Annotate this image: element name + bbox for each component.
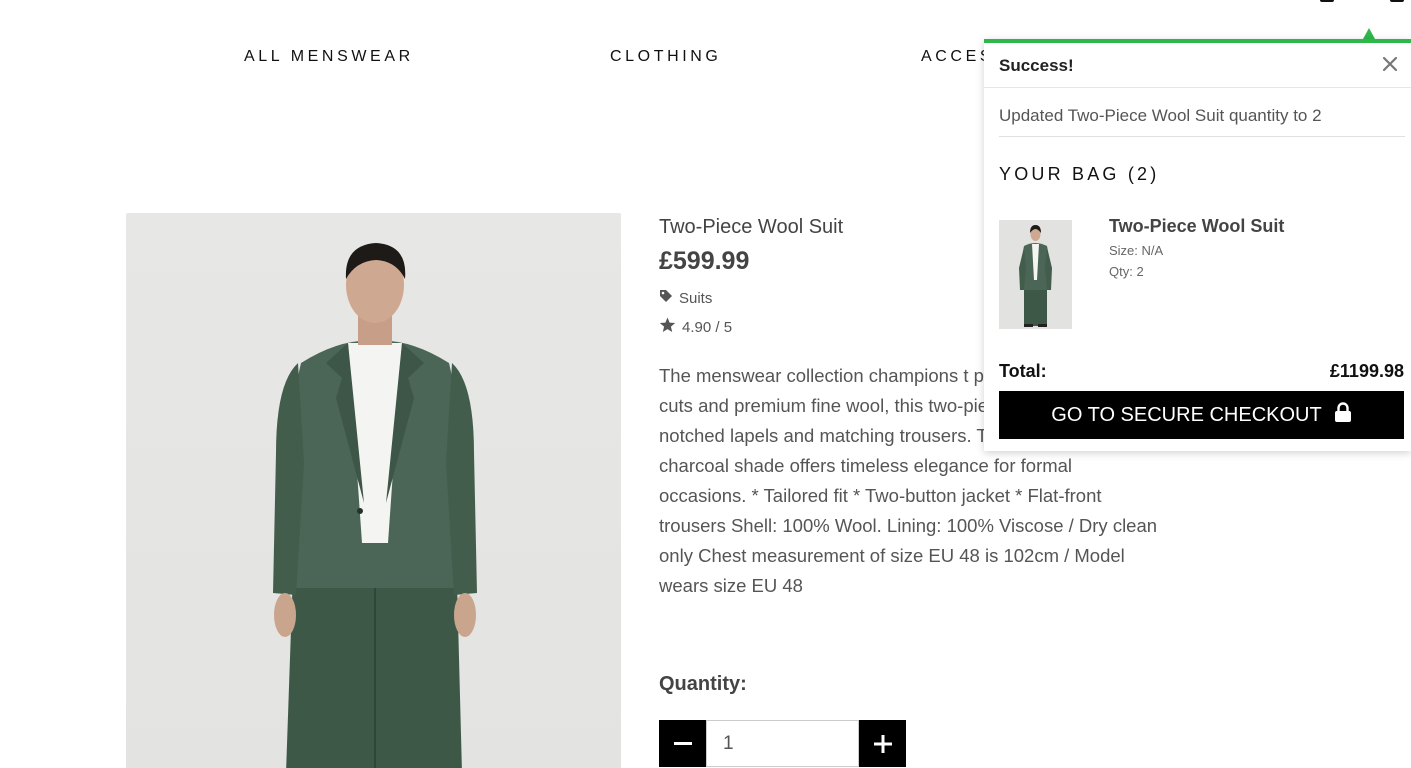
bag-heading: YOUR BAG (2) — [999, 164, 1160, 184]
close-icon[interactable] — [1382, 56, 1402, 76]
quantity-input[interactable] — [706, 720, 859, 767]
secure-checkout-button[interactable]: GO TO SECURE CHECKOUT — [999, 391, 1404, 439]
bag-item-thumbnail[interactable] — [999, 220, 1072, 329]
account-icon[interactable] — [1320, 0, 1334, 2]
toast-divider — [999, 136, 1405, 137]
quantity-decrement-button[interactable] — [659, 720, 706, 767]
success-toast: Success! Updated Two-Piece Wool Suit qua… — [984, 39, 1411, 451]
quantity-increment-button[interactable] — [859, 720, 906, 767]
product-rating-value: 4.90 / 5 — [682, 318, 733, 336]
product-category-label: Suits — [679, 289, 713, 307]
nav-item-clothing[interactable]: CLOTHING — [610, 48, 721, 66]
product-price: £599.99 — [659, 247, 750, 275]
nav-item-all-menswear[interactable]: ALL MENSWEAR — [244, 48, 414, 66]
tag-icon — [659, 289, 673, 307]
product-title: Two-Piece Wool Suit — [659, 216, 844, 238]
star-icon — [659, 317, 676, 337]
product-image — [126, 213, 621, 768]
checkout-button-label: GO TO SECURE CHECKOUT — [1051, 403, 1322, 426]
minus-icon — [673, 741, 692, 745]
bag-item-name[interactable]: Two-Piece Wool Suit — [1109, 216, 1284, 237]
quantity-label: Quantity: — [659, 673, 747, 695]
product-rating: 4.90 / 5 — [659, 317, 733, 337]
bag-item-size: Size: N/A — [1109, 243, 1164, 258]
product-category-link[interactable]: Suits — [659, 289, 712, 307]
plus-icon — [873, 734, 892, 753]
toast-header: Success! — [984, 43, 1411, 88]
lock-icon — [1334, 402, 1352, 428]
bag-total-value: £1199.98 — [1329, 361, 1404, 381]
toast-message: Updated Two-Piece Wool Suit quantity to … — [999, 106, 1322, 125]
bag-icon[interactable] — [1390, 0, 1404, 2]
bag-total-label: Total: — [999, 361, 1047, 381]
bag-item-qty: Qty: 2 — [1109, 264, 1144, 279]
toast-pointer — [1363, 28, 1375, 39]
toast-title: Success! — [999, 56, 1074, 75]
